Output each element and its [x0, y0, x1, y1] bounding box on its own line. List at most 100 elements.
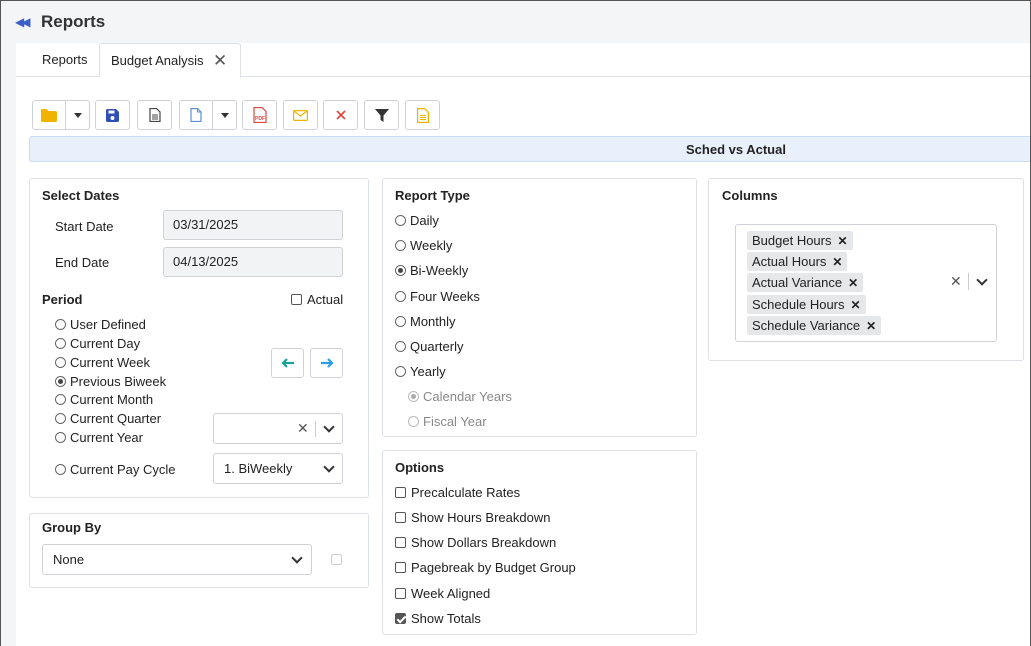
group-by-value: None: [53, 552, 85, 567]
period-label-text: Current Quarter: [70, 411, 162, 426]
period-current-pay-cycle[interactable]: Current Pay Cycle: [55, 462, 175, 477]
option-precalculate-rates[interactable]: Precalculate Rates: [395, 485, 520, 500]
report-type-bi-weekly[interactable]: Bi-Weekly: [395, 263, 468, 278]
option-label: Show Dollars Breakdown: [411, 535, 557, 550]
radio-dot[interactable]: [395, 215, 406, 226]
radio-dot[interactable]: [55, 464, 66, 475]
checkbox-box[interactable]: [291, 294, 302, 305]
radio-dot[interactable]: [395, 291, 406, 302]
new-file-icon[interactable]: [180, 101, 213, 129]
save-icon: [106, 108, 119, 122]
open-split-button[interactable]: [32, 100, 90, 130]
period-label-text: User Defined: [70, 317, 146, 332]
remove-icon[interactable]: ✕: [838, 234, 848, 248]
checkbox-box[interactable]: [395, 487, 406, 498]
checkbox-box[interactable]: [395, 562, 406, 573]
chevron-down-icon[interactable]: [291, 552, 303, 564]
tab-reports[interactable]: Reports: [31, 43, 99, 77]
actual-label: Actual: [307, 292, 344, 307]
next-period-button[interactable]: [310, 348, 343, 378]
radio-dot[interactable]: [55, 338, 66, 349]
report-type-quarterly[interactable]: Quarterly: [395, 339, 463, 354]
checkbox-box[interactable]: [395, 588, 406, 599]
radio-dot[interactable]: [55, 432, 66, 443]
group-by-checkbox[interactable]: [331, 554, 347, 565]
report-type-daily[interactable]: Daily: [395, 213, 439, 228]
checkbox-box[interactable]: [331, 554, 342, 565]
radio-dot[interactable]: [55, 376, 66, 387]
option-show-totals[interactable]: Show Totals: [395, 611, 481, 626]
double-chevron-left-icon[interactable]: ◀◀: [15, 15, 31, 29]
new-split-button[interactable]: [179, 100, 237, 130]
remove-icon[interactable]: ✕: [848, 276, 858, 290]
email-button[interactable]: [283, 100, 318, 130]
period-range-select[interactable]: ✕: [213, 413, 343, 444]
radio-dot[interactable]: [395, 341, 406, 352]
close-icon[interactable]: ✕: [213, 44, 227, 78]
group-by-select[interactable]: None: [42, 544, 312, 575]
period-current-month[interactable]: Current Month: [55, 392, 153, 407]
option-show-dollars-breakdown[interactable]: Show Dollars Breakdown: [395, 535, 556, 550]
clear-icon[interactable]: ✕: [297, 414, 309, 443]
radio-dot[interactable]: [395, 316, 406, 327]
email-icon: [293, 109, 308, 121]
checkbox-box[interactable]: [395, 537, 406, 548]
chevron-down-icon[interactable]: [213, 101, 237, 129]
period-current-day[interactable]: Current Day: [55, 336, 140, 351]
notes-button[interactable]: [405, 100, 440, 130]
option-label: Precalculate Rates: [411, 485, 521, 500]
period-current-year[interactable]: Current Year: [55, 430, 143, 445]
radio-dot[interactable]: [395, 265, 406, 276]
period-previous-biweek[interactable]: Previous Biweek: [55, 374, 166, 389]
tab-label: Budget Analysis: [111, 53, 204, 68]
delete-button[interactable]: [323, 100, 358, 130]
end-date-input[interactable]: 04/13/2025: [163, 247, 343, 277]
chevron-down-icon[interactable]: [323, 461, 335, 473]
tab-bar: Reports Budget Analysis ✕: [16, 43, 1030, 78]
report-type-monthly[interactable]: Monthly: [395, 314, 456, 329]
checkbox-box[interactable]: [395, 613, 406, 624]
option-pagebreak-by-budget-group[interactable]: Pagebreak by Budget Group: [395, 560, 576, 575]
folder-icon[interactable]: [33, 101, 66, 129]
tab-budget-analysis[interactable]: Budget Analysis ✕: [99, 43, 241, 78]
option-week-aligned[interactable]: Week Aligned: [395, 586, 490, 601]
chevron-down-icon[interactable]: [66, 101, 90, 129]
save-button[interactable]: [95, 100, 130, 130]
radio-dot[interactable]: [55, 394, 66, 405]
radio-dot[interactable]: [55, 413, 66, 424]
remove-icon[interactable]: ✕: [866, 319, 876, 333]
pdf-button[interactable]: PDF: [242, 100, 277, 130]
document-button[interactable]: [137, 100, 172, 130]
clear-icon[interactable]: ✕: [950, 273, 962, 290]
radio-dot[interactable]: [408, 391, 419, 402]
period-current-week[interactable]: Current Week: [55, 355, 150, 370]
pay-cycle-select[interactable]: 1. BiWeekly: [213, 453, 343, 484]
remove-icon[interactable]: ✕: [832, 255, 842, 269]
period-user-defined[interactable]: User Defined: [55, 317, 146, 332]
period-label: Period: [42, 292, 83, 307]
report-type-four-weeks[interactable]: Four Weeks: [395, 289, 480, 304]
option-show-hours-breakdown[interactable]: Show Hours Breakdown: [395, 510, 550, 525]
radio-dot[interactable]: [55, 357, 66, 368]
period-current-quarter[interactable]: Current Quarter: [55, 411, 161, 426]
checkbox-box[interactable]: [395, 512, 406, 523]
radio-dot[interactable]: [408, 416, 419, 427]
start-date-label: Start Date: [55, 219, 114, 234]
columns-multiselect[interactable]: Budget Hours ✕ Actual Hours ✕ Actual Varia…: [735, 224, 997, 342]
radio-dot[interactable]: [55, 319, 66, 330]
report-type-weekly[interactable]: Weekly: [395, 238, 452, 253]
actual-checkbox[interactable]: Actual: [291, 292, 343, 307]
chevron-down-icon[interactable]: [976, 274, 988, 286]
report-type-yearly[interactable]: Yearly: [395, 364, 446, 379]
report-type-fiscal-year[interactable]: Fiscal Year: [408, 414, 487, 429]
filter-button[interactable]: [364, 100, 399, 130]
start-date-input[interactable]: 03/31/2025: [163, 210, 343, 240]
chevron-down-icon[interactable]: [323, 421, 335, 433]
radio-dot[interactable]: [395, 240, 406, 251]
period-label-text: Current Week: [70, 355, 150, 370]
previous-period-button[interactable]: [271, 348, 304, 378]
end-date-label: End Date: [55, 255, 110, 270]
radio-dot[interactable]: [395, 366, 406, 377]
report-type-calendar-years[interactable]: Calendar Years: [408, 389, 512, 404]
remove-icon[interactable]: ✕: [851, 298, 861, 312]
